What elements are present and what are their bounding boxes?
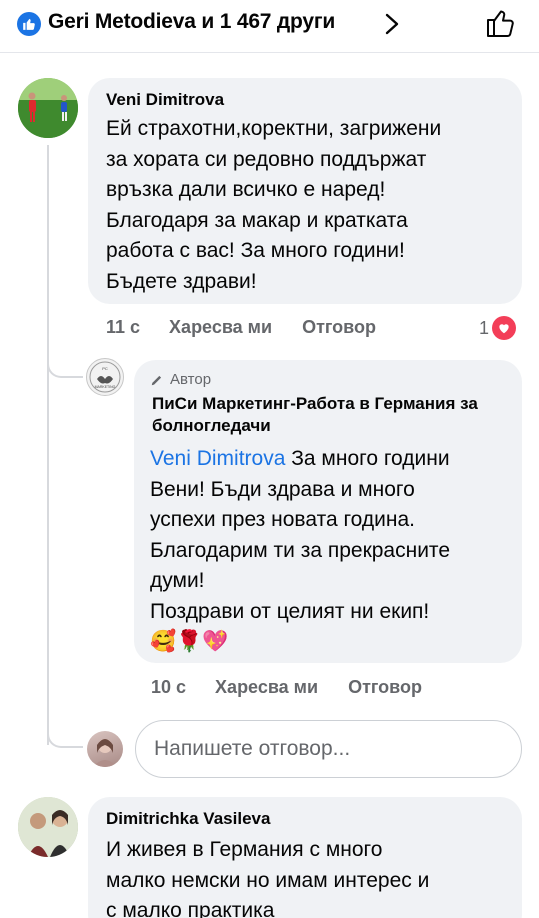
- comment-author[interactable]: Dimitrichka Vasileva: [106, 809, 270, 829]
- reply-input[interactable]: Напишете отговор...: [135, 720, 522, 778]
- mention-link[interactable]: Veni Dimitrova: [150, 447, 285, 470]
- thread-line: [47, 145, 49, 745]
- my-avatar: [87, 731, 123, 767]
- reactions-header[interactable]: Geri Metodieva и 1 467 други: [0, 0, 539, 50]
- thread-branch: [47, 358, 83, 378]
- reactions-summary[interactable]: Geri Metodieva и 1 467 други: [48, 10, 335, 34]
- comment-bubble[interactable]: Dimitrichka Vasileva И живея в Германия …: [88, 797, 522, 918]
- heart-icon: [492, 316, 517, 340]
- reply-text: Veni Dimitrova За много години Вени! Бъд…: [150, 444, 520, 658]
- like-thumb-icon[interactable]: [484, 6, 518, 45]
- pencil-icon: [151, 375, 162, 385]
- reply-author[interactable]: ПиСи Маркетинг-Работа в Германия за болн…: [152, 393, 482, 437]
- reaction-count-value: 1: [479, 317, 490, 338]
- comment-time[interactable]: 11 с: [106, 317, 140, 338]
- like-button[interactable]: Харесва ми: [215, 677, 318, 698]
- reply-emojis: 🥰🌹💖: [150, 630, 229, 653]
- reaction-count[interactable]: 1: [479, 316, 517, 340]
- reply-actions: 10 с Харесва ми Отговор: [151, 677, 422, 698]
- svg-text:PC: PC: [102, 366, 108, 371]
- header-divider: [0, 52, 539, 53]
- comment-actions: 11 с Харесва ми Отговор: [106, 317, 376, 338]
- chevron-right-icon[interactable]: [383, 12, 401, 41]
- comment-text: Ей страхотни,коректни, загрижени за хора…: [106, 117, 442, 293]
- author-tag: Автор: [150, 371, 211, 388]
- reply-time[interactable]: 10 с: [151, 677, 186, 698]
- avatar[interactable]: [18, 78, 78, 138]
- reply-body: За много години Вени! Бъди здрава и мног…: [150, 447, 450, 623]
- comment-bubble[interactable]: Veni Dimitrova Ей страхотни,коректни, за…: [88, 78, 522, 304]
- reply-bubble[interactable]: Автор ПиСи Маркетинг-Работа в Германия з…: [134, 360, 522, 663]
- thread-branch: [47, 728, 83, 748]
- comment-text: И живея в Германия с много малко немски …: [106, 838, 430, 918]
- avatar[interactable]: PC MARKETING: [86, 358, 124, 396]
- svg-text:MARKETING: MARKETING: [95, 385, 116, 389]
- avatar[interactable]: [18, 797, 78, 857]
- comment-author[interactable]: Veni Dimitrova: [106, 90, 224, 110]
- reply-button[interactable]: Отговор: [348, 677, 422, 698]
- author-tag-label: Автор: [170, 371, 212, 388]
- like-reaction-icon: [17, 12, 41, 36]
- like-button[interactable]: Харесва ми: [169, 317, 272, 338]
- reply-button[interactable]: Отговор: [302, 317, 376, 338]
